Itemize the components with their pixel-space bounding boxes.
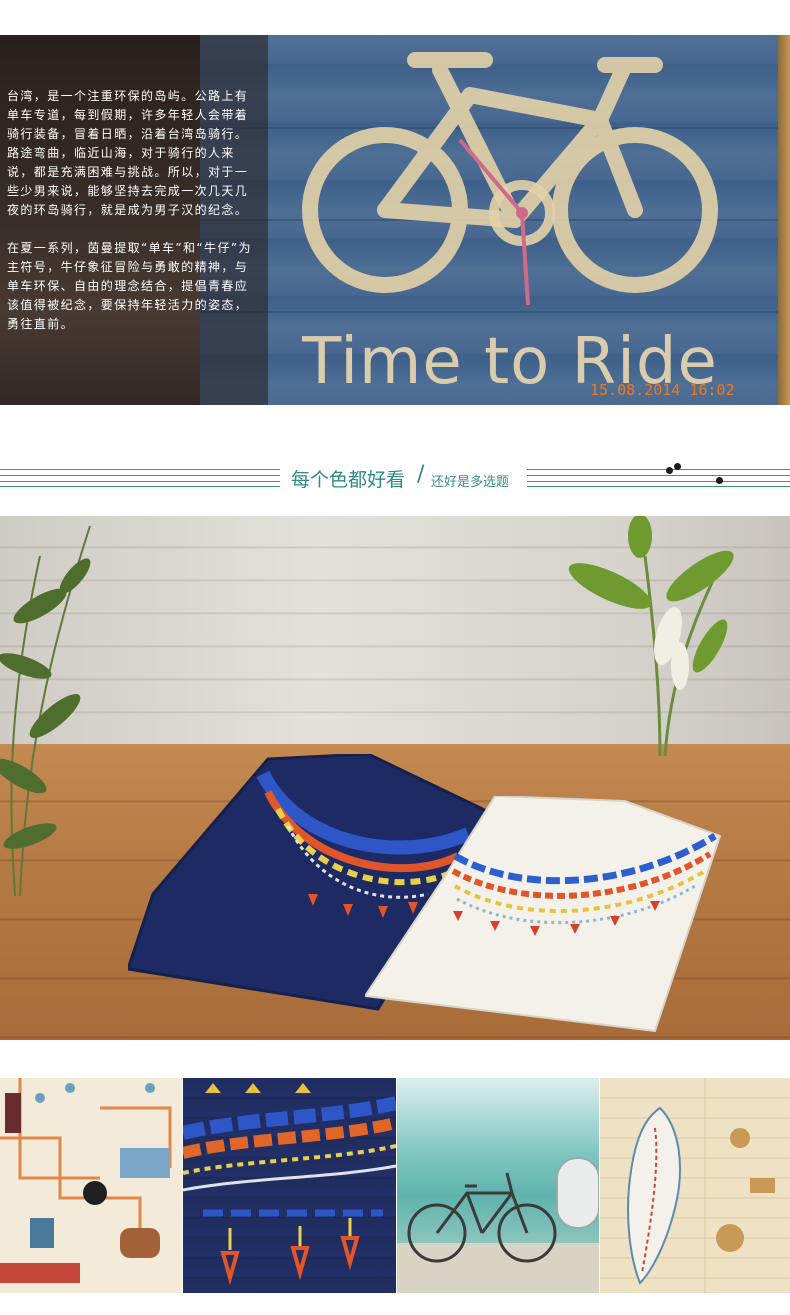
hero-text-block: 台湾，是一个注重环保的岛屿。公路上有单车专道，每到假期，许多年轻人会带着骑行装备… <box>7 87 253 353</box>
white-tshirt <box>365 796 722 1033</box>
photo-date-stamp: 15.08.2014 16:02 <box>590 381 735 399</box>
section-subheading: 还好是多选题 <box>431 475 510 490</box>
thumbnail-embroidery-closeup <box>183 1078 396 1293</box>
hero-paragraph: 台湾，是一个注重环保的岛屿。公路上有单车专道，每到假期，许多年轻人会带着骑行装备… <box>7 89 249 217</box>
thumbnail-illustrated-map <box>0 1078 182 1293</box>
thumbnail-taiwan-map-notes <box>600 1078 790 1293</box>
heading-rule-right <box>527 469 790 487</box>
heading-slash: / <box>417 462 425 487</box>
section-heading: 每个色都好看 <box>291 469 406 491</box>
hero-paragraph: 在夏一系列，茵曼提取“单车”和“牛仔”为主符号，牛仔象征冒险与勇敢的精神，与单车… <box>7 241 252 331</box>
plant-right <box>568 516 734 756</box>
hero-banner: Time to Ride 15.08.2014 16:02 台湾，是一个注重环保… <box>0 35 790 405</box>
thumbnail-bicycle-seaside <box>397 1078 599 1293</box>
plant-left <box>0 525 91 896</box>
product-photo <box>0 516 790 1040</box>
bicycle-clock-graphic <box>302 52 718 306</box>
heading-rule-left <box>0 469 280 487</box>
